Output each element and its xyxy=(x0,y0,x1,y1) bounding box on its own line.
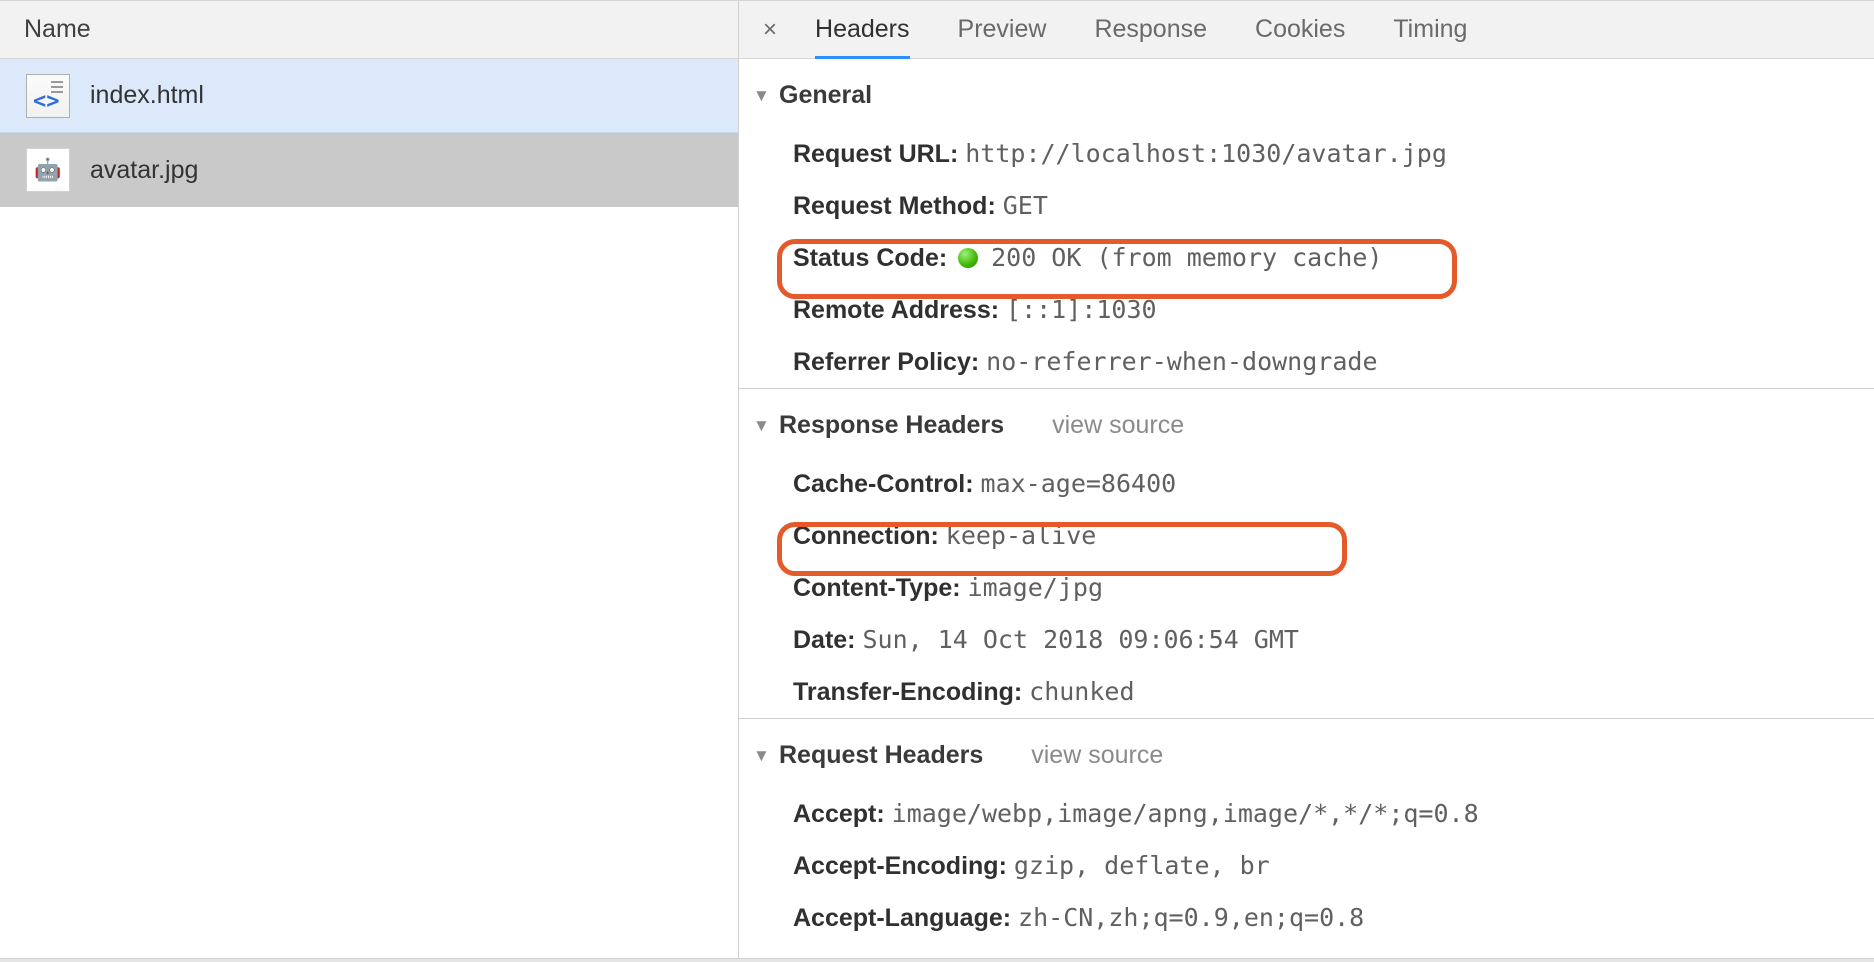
resp-cache-control-value: max-age=86400 xyxy=(981,469,1177,498)
kv-resp-cache-control: Cache-Control: max-age=86400 xyxy=(739,458,1874,510)
disclosure-triangle-icon[interactable]: ▼ xyxy=(753,416,769,436)
request-details-panel: × Headers Preview Response Cookies Timin… xyxy=(739,1,1874,962)
request-url-label: Request URL: xyxy=(793,140,958,168)
tab-headers[interactable]: Headers xyxy=(791,1,934,58)
kv-resp-transfer-encoding: Transfer-Encoding: chunked xyxy=(739,666,1874,718)
html-file-icon xyxy=(24,72,72,120)
status-code-value: 200 OK (from memory cache) xyxy=(991,243,1382,272)
resp-content-type-value: image/jpg xyxy=(968,573,1103,602)
request-headers-view-source-link[interactable]: view source xyxy=(1031,741,1163,770)
kv-referrer-policy: Referrer Policy: no-referrer-when-downgr… xyxy=(739,336,1874,388)
resp-connection-value: keep-alive xyxy=(946,521,1097,550)
tab-timing[interactable]: Timing xyxy=(1369,1,1491,58)
resp-connection-label: Connection: xyxy=(793,522,939,550)
req-accept-value: image/webp,image/apng,image/*,*/*;q=0.8 xyxy=(892,799,1479,828)
resp-date-value: Sun, 14 Oct 2018 09:06:54 GMT xyxy=(862,625,1299,654)
kv-request-url: Request URL: http://localhost:1030/avata… xyxy=(739,128,1874,180)
headers-content[interactable]: ▼ General Request URL: http://localhost:… xyxy=(739,59,1874,962)
kv-request-method: Request Method: GET xyxy=(739,180,1874,232)
tab-cookies[interactable]: Cookies xyxy=(1231,1,1369,58)
remote-address-value: [::1]:1030 xyxy=(1006,295,1157,324)
kv-req-accept-language: Accept-Language: zh-CN,zh;q=0.9,en;q=0.8 xyxy=(739,892,1874,944)
remote-address-label: Remote Address: xyxy=(793,296,999,324)
resp-transfer-encoding-label: Transfer-Encoding: xyxy=(793,678,1022,706)
kv-req-accept: Accept: image/webp,image/apng,image/*,*/… xyxy=(739,788,1874,840)
details-tab-bar: × Headers Preview Response Cookies Timin… xyxy=(739,1,1874,59)
response-headers-view-source-link[interactable]: view source xyxy=(1052,411,1184,440)
name-column-header[interactable]: Name xyxy=(0,1,738,59)
resp-date-label: Date: xyxy=(793,626,856,654)
request-method-label: Request Method: xyxy=(793,192,996,220)
file-row-avatar-jpg[interactable]: 🤖 avatar.jpg xyxy=(0,133,738,207)
file-list: index.html 🤖 avatar.jpg xyxy=(0,59,738,962)
file-name: avatar.jpg xyxy=(90,156,198,185)
kv-remote-address: Remote Address: [::1]:1030 xyxy=(739,284,1874,336)
req-accept-language-label: Accept-Language: xyxy=(793,904,1011,932)
section-response-headers-title: Response Headers xyxy=(779,411,1004,440)
req-accept-encoding-label: Accept-Encoding: xyxy=(793,852,1007,880)
close-details-button[interactable]: × xyxy=(749,16,791,44)
req-accept-label: Accept: xyxy=(793,800,885,828)
status-code-label: Status Code: xyxy=(793,244,947,272)
file-name: index.html xyxy=(90,81,204,110)
section-general-title: General xyxy=(779,81,872,110)
req-accept-language-value: zh-CN,zh;q=0.9,en;q=0.8 xyxy=(1018,903,1364,932)
kv-resp-connection: Connection: keep-alive xyxy=(739,510,1874,562)
tab-response[interactable]: Response xyxy=(1070,1,1231,58)
referrer-policy-value: no-referrer-when-downgrade xyxy=(986,347,1377,376)
kv-resp-date: Date: Sun, 14 Oct 2018 09:06:54 GMT xyxy=(739,614,1874,666)
section-request-headers-title: Request Headers xyxy=(779,741,983,770)
resp-content-type-label: Content-Type: xyxy=(793,574,961,602)
disclosure-triangle-icon[interactable]: ▼ xyxy=(753,86,769,106)
section-request-headers-header[interactable]: ▼ Request Headers view source xyxy=(739,718,1874,788)
file-row-index-html[interactable]: index.html xyxy=(0,59,738,133)
kv-status-code: Status Code: 200 OK (from memory cache) xyxy=(739,232,1874,284)
status-dot-icon xyxy=(958,248,978,268)
request-url-value: http://localhost:1030/avatar.jpg xyxy=(965,139,1447,168)
tab-preview[interactable]: Preview xyxy=(934,1,1071,58)
kv-req-accept-encoding: Accept-Encoding: gzip, deflate, br xyxy=(739,840,1874,892)
resp-cache-control-label: Cache-Control: xyxy=(793,470,974,498)
req-accept-encoding-value: gzip, deflate, br xyxy=(1014,851,1270,880)
disclosure-triangle-icon[interactable]: ▼ xyxy=(753,746,769,766)
request-method-value: GET xyxy=(1003,191,1048,220)
referrer-policy-label: Referrer Policy: xyxy=(793,348,979,376)
bottom-divider xyxy=(0,958,1874,962)
resp-transfer-encoding-value: chunked xyxy=(1029,677,1134,706)
section-response-headers-header[interactable]: ▼ Response Headers view source xyxy=(739,388,1874,458)
kv-resp-content-type: Content-Type: image/jpg xyxy=(739,562,1874,614)
network-requests-panel: Name index.html 🤖 avatar.jpg xyxy=(0,1,739,962)
section-general-header[interactable]: ▼ General xyxy=(739,59,1874,128)
image-file-icon: 🤖 xyxy=(24,146,72,194)
